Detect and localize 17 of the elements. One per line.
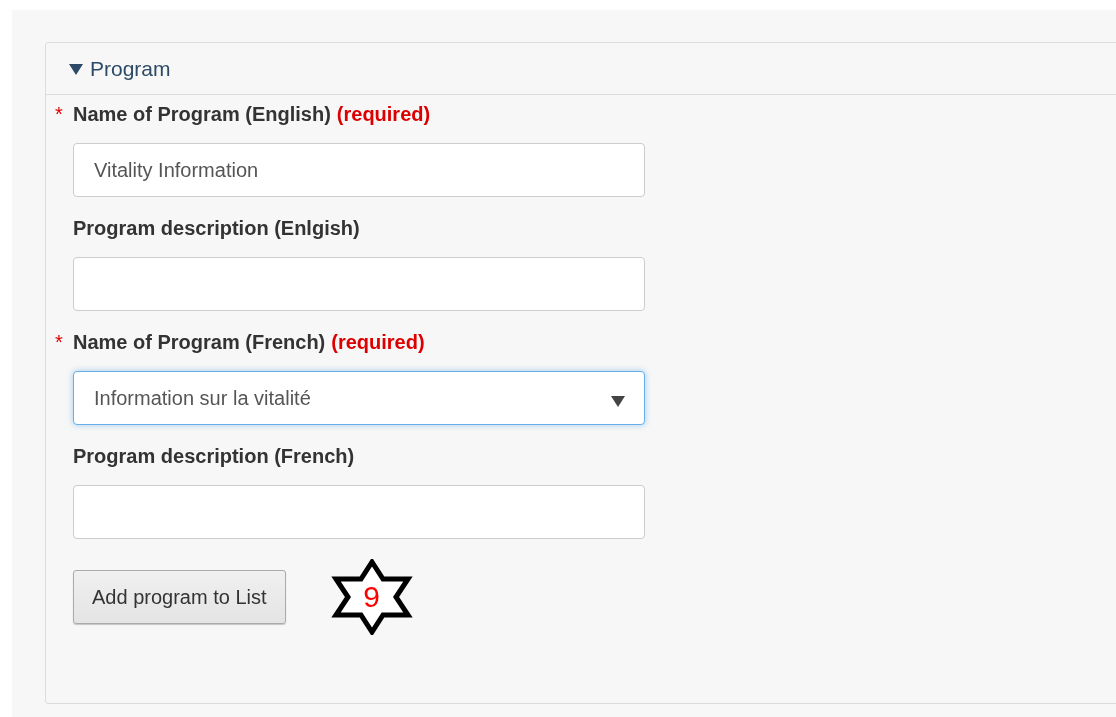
collapse-triangle-icon[interactable] xyxy=(68,61,84,76)
field-label: Program description (French) xyxy=(73,445,355,468)
input-field[interactable] xyxy=(73,257,645,311)
star-marker: 9 xyxy=(329,559,414,635)
field-label: Name of Program (English) xyxy=(73,103,331,126)
required-asterisk: * xyxy=(55,331,64,354)
field-label: Name of Program (French) xyxy=(73,331,326,354)
input-field[interactable]: Vitality Information xyxy=(73,143,645,197)
panel-title[interactable]: Program xyxy=(90,56,171,81)
required-note: (required) xyxy=(336,103,431,126)
add-program-button[interactable]: Add program to List xyxy=(73,570,286,624)
required-note: (required) xyxy=(331,331,425,354)
select-field[interactable]: Information sur la vitalité xyxy=(73,371,645,425)
dropdown-caret-icon[interactable] xyxy=(610,395,626,407)
field-label: Program description (Enlgish) xyxy=(73,217,360,240)
input-field[interactable] xyxy=(73,485,645,539)
required-asterisk: * xyxy=(55,103,64,126)
